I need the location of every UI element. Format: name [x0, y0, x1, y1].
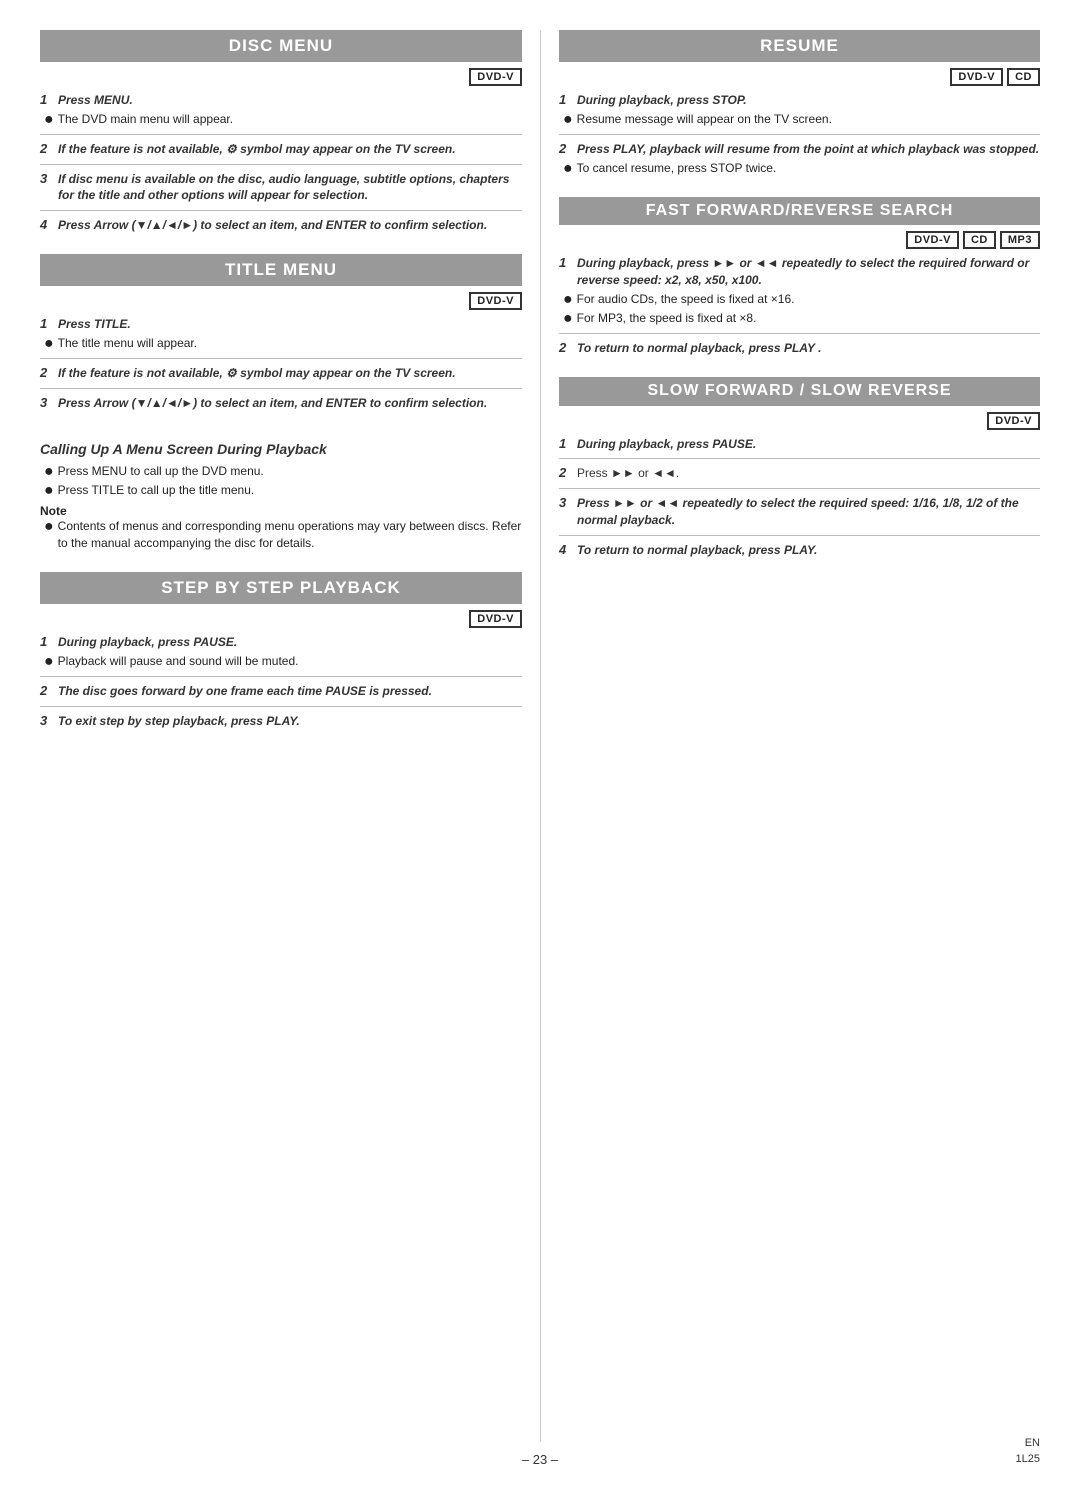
footer-code: EN 1L25 — [1016, 1436, 1040, 1467]
resume-badge-dvdv: DVD-V — [950, 68, 1003, 86]
page: Disc Menu DVD-V 1 Press MENU. ● The DVD … — [0, 0, 1080, 1487]
ff-badge-dvdv: DVD-V — [906, 231, 959, 249]
sbs-step-1: 1 During playback, press PAUSE. — [40, 634, 522, 651]
resume-badge-row: DVD-V CD — [559, 68, 1040, 86]
slow-forward-badge: DVD-V — [987, 412, 1040, 430]
calling-note-bullet: ● Contents of menus and corresponding me… — [40, 518, 522, 552]
sf-step-3: 3 Press ►► or ◄◄ repeatedly to select th… — [559, 495, 1040, 529]
disc-menu-section: Disc Menu DVD-V 1 Press MENU. ● The DVD … — [40, 30, 522, 236]
title-step-2: 2 If the feature is not available, ⚙ sym… — [40, 365, 522, 382]
sf-step-2: 2 Press ►► or ◄◄. — [559, 465, 1040, 482]
resume-step-1: 1 During playback, press STOP. — [559, 92, 1040, 109]
slow-forward-badge-row: DVD-V — [559, 412, 1040, 430]
fast-forward-section: Fast Forward/Reverse Search DVD-V CD MP3… — [559, 197, 1040, 359]
step-by-step-title: Step By Step Playback — [40, 572, 522, 604]
ff-badge-mp3: MP3 — [1000, 231, 1040, 249]
sbs-step-2: 2 The disc goes forward by one frame eac… — [40, 683, 522, 700]
right-column: Resume DVD-V CD 1 During playback, press… — [540, 30, 1040, 1442]
resume-badge-cd: CD — [1007, 68, 1040, 86]
resume-bullet-2: ● To cancel resume, press STOP twice. — [559, 160, 1040, 177]
title-menu-title: Title Menu — [40, 254, 522, 286]
title-bullet-1: ● The title menu will appear. — [40, 335, 522, 352]
title-menu-badge-row: DVD-V — [40, 292, 522, 310]
sf-step-4: 4 To return to normal playback, press PL… — [559, 542, 1040, 559]
step-by-step-badge: DVD-V — [469, 610, 522, 628]
calling-menu-section: Calling Up A Menu Screen During Playback… — [40, 431, 522, 554]
slow-forward-section: Slow Forward / Slow Reverse DVD-V 1 Duri… — [559, 377, 1040, 561]
disc-menu-title: Disc Menu — [40, 30, 522, 62]
step-by-step-badge-row: DVD-V — [40, 610, 522, 628]
disc-step-2: 2 If the feature is not available, ⚙ sym… — [40, 141, 522, 158]
calling-bullet-1: ● Press MENU to call up the DVD menu. — [40, 463, 522, 480]
title-menu-section: Title Menu DVD-V 1 Press TITLE. ● The ti… — [40, 254, 522, 413]
resume-step-2: 2 Press PLAY, playback will resume from … — [559, 141, 1040, 158]
ff-badge-cd: CD — [963, 231, 996, 249]
title-menu-badge: DVD-V — [469, 292, 522, 310]
title-step-3: 3 Press Arrow (▼/▲/◄/►) to select an ite… — [40, 395, 522, 412]
sbs-step-3: 3 To exit step by step playback, press P… — [40, 713, 522, 730]
calling-menu-title: Calling Up A Menu Screen During Playback — [40, 441, 522, 457]
disc-step-1: 1 Press MENU. — [40, 92, 522, 109]
disc-step-3: 3 If disc menu is available on the disc,… — [40, 171, 522, 205]
disc-menu-badge-row: DVD-V — [40, 68, 522, 86]
calling-note: Note — [40, 503, 522, 518]
fast-forward-title: Fast Forward/Reverse Search — [559, 197, 1040, 226]
ff-bullet-1: ● For audio CDs, the speed is fixed at ×… — [559, 291, 1040, 308]
sbs-bullet-1: ● Playback will pause and sound will be … — [40, 653, 522, 670]
main-columns: Disc Menu DVD-V 1 Press MENU. ● The DVD … — [40, 30, 1040, 1442]
sf-step-1: 1 During playback, press PAUSE. — [559, 436, 1040, 453]
slow-forward-title: Slow Forward / Slow Reverse — [559, 377, 1040, 406]
disc-bullet-1: ● The DVD main menu will appear. — [40, 111, 522, 128]
left-column: Disc Menu DVD-V 1 Press MENU. ● The DVD … — [40, 30, 540, 1442]
resume-bullet-1: ● Resume message will appear on the TV s… — [559, 111, 1040, 128]
step-by-step-section: Step By Step Playback DVD-V 1 During pla… — [40, 572, 522, 731]
resume-section: Resume DVD-V CD 1 During playback, press… — [559, 30, 1040, 179]
disc-menu-badge: DVD-V — [469, 68, 522, 86]
fast-forward-badge-row: DVD-V CD MP3 — [559, 231, 1040, 249]
page-number: – 23 – — [522, 1452, 558, 1467]
ff-step-1: 1 During playback, press ►► or ◄◄ repeat… — [559, 255, 1040, 289]
footer: – 23 – EN 1L25 — [40, 1442, 1040, 1467]
ff-bullet-2: ● For MP3, the speed is fixed at ×8. — [559, 310, 1040, 327]
title-step-1: 1 Press TITLE. — [40, 316, 522, 333]
resume-title: Resume — [559, 30, 1040, 62]
ff-step-2: 2 To return to normal playback, press PL… — [559, 340, 1040, 357]
disc-step-4: 4 Press Arrow (▼/▲/◄/►) to select an ite… — [40, 217, 522, 234]
calling-bullet-2: ● Press TITLE to call up the title menu. — [40, 482, 522, 499]
